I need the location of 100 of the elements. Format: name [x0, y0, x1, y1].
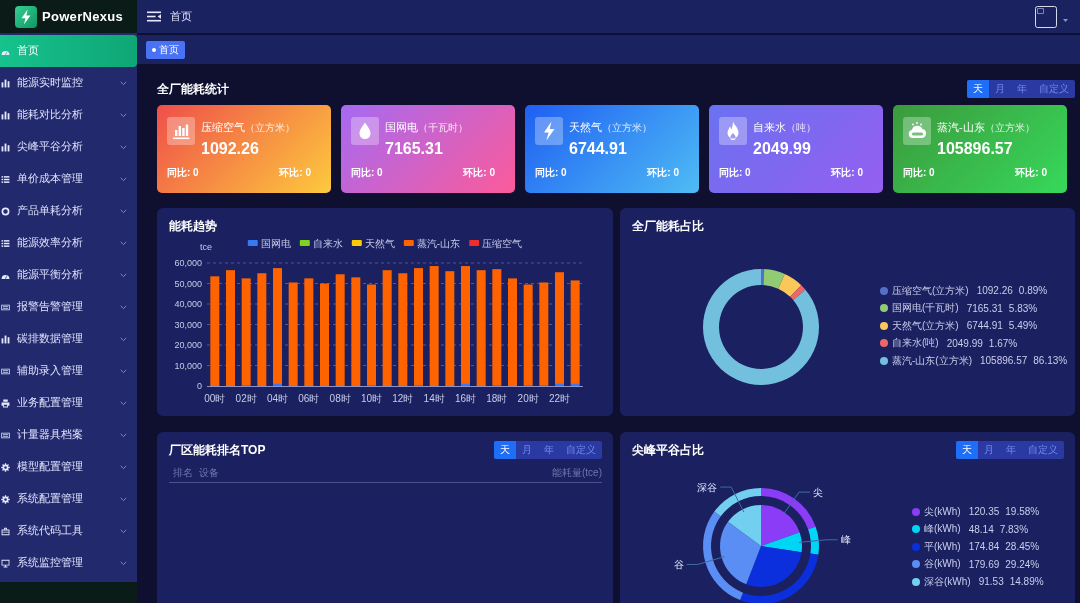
menu-icon[interactable]: [147, 11, 161, 22]
card-unit: （吨）: [786, 121, 816, 135]
column-header: 排名: [173, 466, 193, 480]
axis-label: 16时: [454, 392, 477, 404]
period-tab[interactable]: 天: [494, 441, 516, 459]
card-unit: （立方米）: [984, 121, 1035, 135]
nav-item[interactable]: 能源平衡分析: [0, 259, 137, 291]
yoy-text: 同比: 0: [535, 166, 567, 180]
slice-label: 峰: [840, 534, 851, 546]
axis-label: 0: [197, 381, 202, 391]
nav-item[interactable]: 系统监控管理: [0, 547, 137, 579]
period-tab[interactable]: 天: [956, 441, 978, 459]
nav-item[interactable]: 报警告警管理: [0, 291, 137, 323]
keyboard-icon: [1, 302, 10, 312]
nav-item[interactable]: 产品单耗分析: [0, 195, 137, 227]
column-header: 设备: [199, 466, 219, 480]
keyboard-icon: [1, 366, 10, 376]
axis-label: 30,000: [174, 319, 202, 330]
yoy-text: 同比: 0: [167, 166, 199, 180]
nav-item[interactable]: 辅助录入管理: [0, 355, 137, 387]
axis-label: 14时: [423, 392, 445, 404]
nav-item[interactable]: 模型配置管理: [0, 451, 137, 483]
card-unit: （立方米）: [245, 121, 295, 135]
cloud-icon: [903, 117, 931, 145]
card-title: 天然气: [569, 120, 602, 135]
yoy-text: 同比: 0: [719, 166, 751, 180]
list-icon: [1, 238, 10, 248]
legend-value: 48.14: [968, 523, 994, 535]
legend-value: 179.69: [968, 558, 1000, 570]
legend-percent: 19.58%: [1005, 506, 1040, 518]
legend-label: 深谷(kWh): [924, 574, 971, 589]
nav-item[interactable]: 尖峰平谷分析: [0, 131, 137, 163]
ring-icon: [1, 206, 10, 216]
card-value: 2049.99: [753, 140, 812, 158]
panel-title: 尖峰平谷占比: [632, 441, 704, 459]
nav-item[interactable]: 碳排数据管理: [0, 323, 137, 355]
card-unit: （立方米）: [602, 121, 652, 135]
legend-label: 谷(kWh): [924, 557, 961, 572]
page-tag[interactable]: 首页: [146, 40, 185, 59]
legend-label: 天然气: [364, 237, 395, 249]
axis-label: 02时: [235, 392, 257, 404]
axis-label: 10时: [360, 392, 383, 404]
dot-icon: [152, 47, 156, 52]
nav-item[interactable]: 系统配置管理: [0, 483, 137, 515]
axis-label: 40,000: [174, 299, 202, 309]
nav-item[interactable]: 能源实时监控: [0, 67, 137, 99]
bar-chart-icon: [1, 334, 10, 344]
nav-item[interactable]: 业务配置管理: [0, 387, 137, 419]
nav-item[interactable]: 能耗对比分析: [0, 99, 137, 131]
card-unit: （千瓦时）: [418, 121, 468, 135]
section-title: 全厂能耗统计: [157, 80, 229, 98]
slice-label: 谷: [673, 558, 684, 570]
card-value: 105896.57: [937, 140, 1014, 158]
axis-title: tce: [200, 242, 212, 252]
nav-item[interactable]: 单价成本管理: [0, 163, 137, 195]
legend-percent: 28.45%: [1005, 541, 1040, 553]
panel-title: 厂区能耗排名TOP: [169, 441, 266, 459]
period-tab[interactable]: 天: [967, 80, 989, 98]
legend-value: 1092.26: [976, 285, 1013, 296]
legend-value: 7165.31: [966, 302, 1003, 314]
mom-text: 环比: 0: [1015, 166, 1047, 180]
axis-label: 20,000: [174, 340, 202, 350]
mom-text: 环比: 0: [831, 166, 863, 180]
legend-percent: 14.89%: [1009, 576, 1044, 588]
legend-percent: 86.13%: [1033, 355, 1068, 366]
broken-image-icon[interactable]: [1035, 5, 1057, 28]
legend-label: 蒸汽-山东: [416, 237, 461, 249]
caret-icon[interactable]: [1063, 18, 1068, 22]
card-title: 自来水: [753, 120, 786, 135]
legend-label: 压缩空气(立方米): [892, 283, 969, 298]
breadcrumb-item: 首页: [170, 9, 192, 24]
axis-label: 12时: [392, 392, 414, 404]
legend-percent: 29.24%: [1005, 558, 1040, 570]
yoy-text: 同比: 0: [903, 166, 935, 180]
slice-label: 尖: [813, 486, 824, 498]
legend-label: 国网电: [260, 237, 291, 249]
legend-label: 天然气(立方米): [892, 318, 959, 333]
legend-value: 120.35: [968, 506, 1000, 518]
nav-item[interactable]: 能源效率分析: [0, 227, 137, 259]
card-title: 压缩空气: [201, 120, 245, 135]
yoy-text: 同比: 0: [351, 166, 383, 180]
bar-chart-icon: [1, 78, 10, 88]
water-drop-icon: [351, 117, 379, 145]
legend-label: 自来水(吨): [892, 336, 939, 350]
mom-text: 环比: 0: [463, 166, 495, 180]
nav-item[interactable]: 系统代码工具: [0, 515, 137, 547]
leader-line: [782, 491, 811, 516]
slice-label: 深谷: [697, 481, 718, 493]
lightning-icon: [535, 117, 563, 145]
card-value: 7165.31: [385, 140, 444, 158]
briefcase-icon: [1, 526, 10, 536]
legend-label: 平(kWh): [924, 539, 961, 554]
list-icon: [1, 174, 10, 184]
legend-percent: 7.83%: [999, 523, 1029, 535]
axis-label: 00时: [204, 392, 226, 404]
axis-label: 18时: [486, 392, 508, 404]
leader-line: [719, 486, 745, 513]
legend-label: 尖(kWh): [924, 504, 961, 519]
panel-title: 能耗趋势: [169, 217, 217, 235]
nav-item[interactable]: 计量器具档案: [0, 419, 137, 451]
